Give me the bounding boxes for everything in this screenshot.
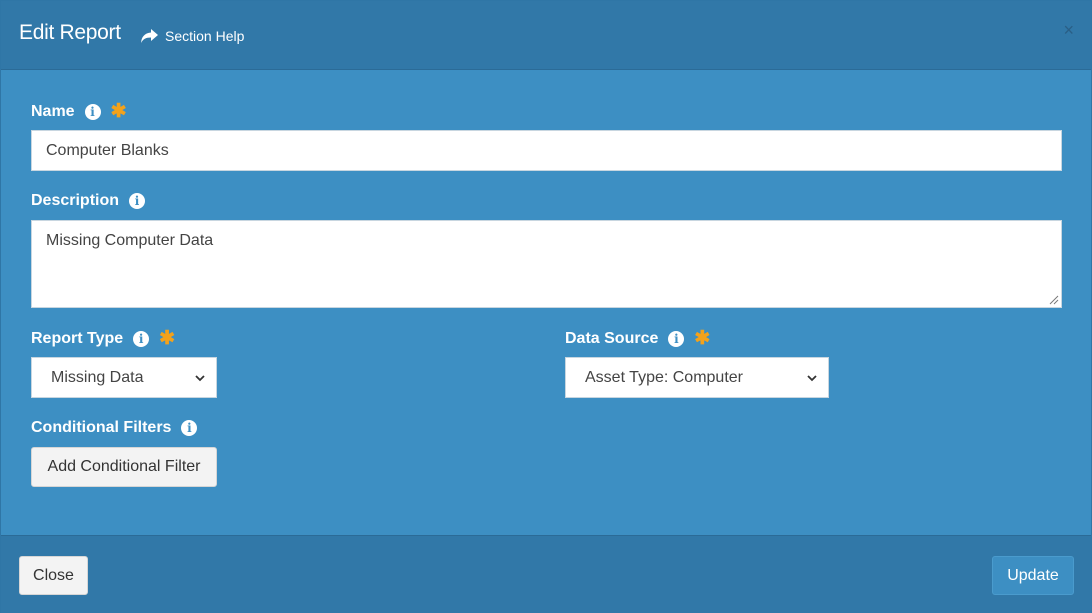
report-type-label-group: Report Type i ✱ <box>31 329 175 348</box>
report-type-value: Missing Data <box>51 368 144 386</box>
data-source-select[interactable]: Asset Type: Computer <box>565 357 829 398</box>
update-button[interactable]: Update <box>992 556 1074 595</box>
chevron-down-icon <box>807 375 817 382</box>
info-icon[interactable]: i <box>181 420 198 436</box>
modal-title: Edit Report <box>19 21 121 44</box>
name-field[interactable]: Computer Blanks <box>31 130 1062 171</box>
section-help-link[interactable]: Section Help <box>141 28 244 44</box>
info-icon[interactable]: i <box>129 193 146 209</box>
report-type-select[interactable]: Missing Data <box>31 357 217 398</box>
name-label-group: Name i ✱ <box>31 102 127 121</box>
data-source-label-group: Data Source i ✱ <box>565 329 710 348</box>
section-help-label: Section Help <box>165 28 245 44</box>
data-source-value: Asset Type: Computer <box>585 368 743 386</box>
asterisk-icon: ✱ <box>159 328 176 349</box>
data-source-label: Data Source <box>565 329 659 347</box>
info-icon[interactable]: i <box>84 103 101 120</box>
close-icon[interactable]: × <box>1063 21 1074 39</box>
description-field[interactable]: Missing Computer Data <box>31 220 1062 308</box>
description-value: Missing Computer Data <box>46 232 214 249</box>
share-arrow-icon <box>141 29 158 43</box>
chevron-down-icon <box>195 375 205 382</box>
asterisk-icon: ✱ <box>110 101 127 122</box>
name-label: Name <box>31 102 75 120</box>
resize-grip-icon[interactable] <box>1049 295 1059 305</box>
conditional-filters-label: Conditional Filters <box>31 419 172 436</box>
report-type-label: Report Type <box>31 329 124 347</box>
edit-report-modal: Edit Report Section Help × Name i ✱ Comp… <box>0 0 1092 613</box>
conditional-filters-label-group: Conditional Filters i <box>31 419 198 437</box>
asterisk-icon: ✱ <box>694 328 711 349</box>
description-label-group: Description i <box>31 192 146 210</box>
description-label: Description <box>31 192 120 209</box>
modal-header: Edit Report Section Help × <box>1 1 1091 70</box>
info-icon[interactable]: i <box>133 330 150 347</box>
close-button[interactable]: Close <box>19 556 88 595</box>
modal-footer: Close Update <box>1 535 1091 613</box>
info-icon[interactable]: i <box>668 330 685 347</box>
add-conditional-filter-button[interactable]: Add Conditional Filter <box>31 447 217 487</box>
